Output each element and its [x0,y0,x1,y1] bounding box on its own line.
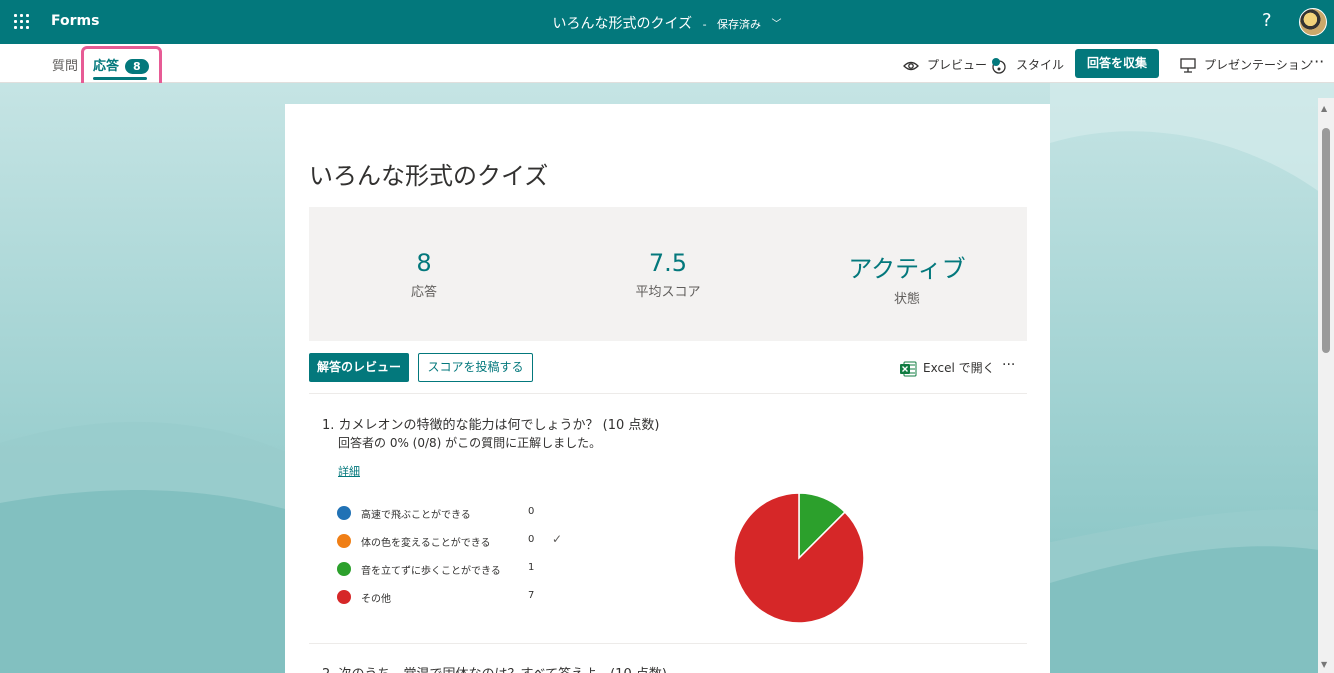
excel-label: Excel で開く [923,361,995,375]
style-button[interactable]: スタイル [990,56,1064,75]
legend-label: 高速で飛ぶことができる [361,510,471,521]
preview-button[interactable]: プレビュー [903,56,987,73]
legend-count: 0 [528,534,535,545]
legend-color-dot [337,590,351,604]
legend-label: その他 [361,594,391,605]
stat-value: 8 [416,249,432,277]
legend-count: 7 [528,590,535,601]
excel-icon [900,361,917,376]
saved-separator: - [702,18,707,31]
question-1-summary: 回答者の 0% (0/8) がこの質問に正解しました。 [338,436,602,450]
presentation-label: プレゼンテーション [1204,58,1312,72]
divider [309,643,1027,644]
results-card: いろんな形式のクイズ 8 応答 7.5 平均スコア アクティブ 状態 解答のレビ… [285,104,1050,673]
legend-count: 1 [528,562,535,573]
legend-color-dot [337,562,351,576]
scroll-thumb[interactable] [1322,128,1330,353]
question-2-title: 2. 次のうち、常温で固体なのは？すべて答えよ。(10 点数) [322,663,667,673]
top-bar: Forms いろんな形式のクイズ - 保存済み ﹀ ? [0,0,1334,44]
saved-status: 保存済み [717,18,762,31]
preview-label: プレビュー [927,58,988,72]
question-1-pie-chart [733,492,865,624]
pie-slice [733,492,865,624]
monitor-icon [1180,58,1196,73]
legend-label: 体の色を変えることができる [361,538,491,549]
stat-responses: 8 応答 [324,249,524,300]
chevron-down-icon: ﹀ [771,19,782,30]
quiz-title: いろんな形式のクイズ [309,162,549,190]
stat-status: アクティブ 状態 [807,249,1007,307]
tab-bar: 質問 応答 8 プレビュー スタイル 回答を収集 プレゼンテーション ··· [0,44,1334,83]
eye-icon [903,61,919,70]
review-answers-button[interactable]: 解答のレビュー [309,353,409,382]
stat-label: 状態 [893,292,920,307]
scroll-down-icon[interactable]: ▼ [1321,660,1327,669]
tab-questions[interactable]: 質問 [52,55,78,74]
document-title-text: いろんな形式のクイズ [552,16,693,32]
stat-value: アクティブ [848,255,966,283]
avatar[interactable] [1299,8,1327,36]
style-label: スタイル [1016,58,1065,72]
legend-color-dot [337,506,351,520]
correct-answer-check-icon: ✓ [552,532,563,546]
more-options-icon[interactable]: ··· [1309,52,1324,71]
open-in-excel-button[interactable]: Excel で開く [900,359,995,377]
divider [309,393,1027,394]
presentation-button[interactable]: プレゼンテーション [1180,56,1312,73]
legend-color-dot [337,534,351,548]
post-scores-button[interactable]: スコアを投稿する [418,353,533,382]
stat-average-score: 7.5 平均スコア [568,249,768,300]
question-1-details-link[interactable]: 詳細 [338,463,360,479]
summary-stats: 8 応答 7.5 平均スコア アクティブ 状態 [309,207,1027,341]
card-more-options-icon[interactable]: ··· [1002,357,1015,373]
palette-icon [992,57,1006,74]
question-1-title: 1. カメレオンの特徴的な能力は何でしょうか？ (10 点数) [322,418,660,433]
collect-responses-button[interactable]: 回答を収集 [1075,49,1159,78]
legend-count: 0 [528,506,535,517]
page-scrollbar[interactable]: ▲ ▼ [1318,98,1334,673]
stat-label: 応答 [410,285,437,300]
document-title[interactable]: いろんな形式のクイズ - 保存済み ﹀ [0,13,1334,33]
help-icon[interactable]: ? [1262,10,1272,31]
legend-label: 音を立てずに歩くことができる [361,566,501,577]
stat-label: 平均スコア [635,285,701,300]
stat-value: 7.5 [648,249,688,277]
scroll-up-icon[interactable]: ▲ [1321,104,1327,113]
